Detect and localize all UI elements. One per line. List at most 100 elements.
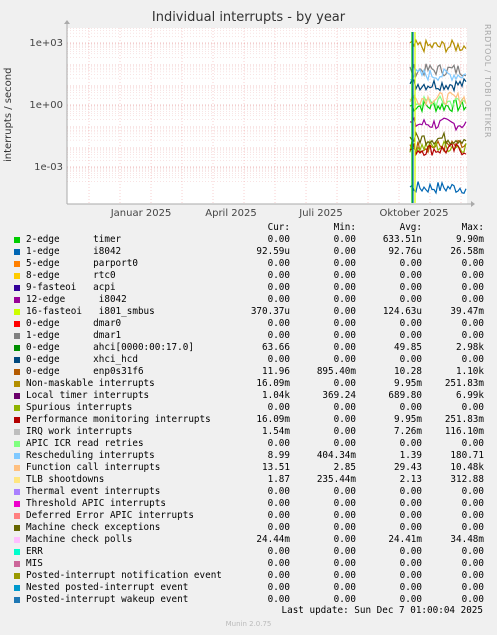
legend-row: Machine check exceptions 0.00 0.00 0.00 0.00 <box>0 522 497 534</box>
legend-swatch <box>14 321 20 327</box>
legend-swatch <box>14 477 20 483</box>
legend-swatch <box>14 525 20 531</box>
legend-row: 5-edge parport0 0.00 0.00 0.00 0.00 <box>0 258 497 270</box>
legend-min-value: 0.00 <box>333 582 356 593</box>
legend-max-value: 0.00 <box>461 258 484 269</box>
legend-row: 0-edge dmar0 0.00 0.00 0.00 0.00 <box>0 318 497 330</box>
legend-swatch <box>14 501 20 507</box>
legend-min-value: 0.00 <box>333 330 356 341</box>
legend-avg-value: 0.00 <box>399 546 422 557</box>
y-tick-label: 1e+00 <box>29 100 63 111</box>
legend-cur-value: 0.00 <box>267 318 290 329</box>
legend-swatch <box>14 393 20 399</box>
legend-avg-value: 9.95m <box>394 414 422 425</box>
legend-max-value: 39.47m <box>450 306 484 317</box>
legend-row: 0-edge ahci[0000:00:17.0] 63.66 0.00 49.85 2… <box>0 342 497 354</box>
legend-row: 12-edge i8042 0.00 0.00 0.00 0.00 <box>0 294 497 306</box>
legend-min-value: 0.00 <box>333 426 356 437</box>
legend-cur-value: 0.00 <box>267 258 290 269</box>
legend-swatch <box>14 333 20 339</box>
legend-row: Rescheduling interrupts 8.99 404.34m 1.39 18… <box>0 450 497 462</box>
legend-cur-value: 13.51 <box>262 462 290 473</box>
legend-avg-value: 1.39 <box>399 450 422 461</box>
legend-swatch <box>14 249 20 255</box>
legend-max-value: 0.00 <box>461 522 484 533</box>
legend-max-value: 0.00 <box>461 582 484 593</box>
legend-cur-value: 63.66 <box>262 342 290 353</box>
legend-label: Thermal event interrupts <box>26 486 161 497</box>
legend-cur-value: 0.00 <box>267 282 290 293</box>
legend-min-value: 0.00 <box>333 534 356 545</box>
legend-swatch <box>14 537 20 543</box>
legend-min-value: 235.44m <box>316 474 356 485</box>
legend-label: 9-fasteoi acpi <box>26 282 116 293</box>
legend-cur-value: 0.00 <box>267 570 290 581</box>
legend-avg-value: 0.00 <box>399 402 422 413</box>
legend-label: Function call interrupts <box>26 462 161 473</box>
legend-max-value: 251.83m <box>444 378 484 389</box>
legend-max-value: 0.00 <box>461 570 484 581</box>
legend-label: Local timer interrupts <box>26 390 150 401</box>
legend-avg-value: 0.00 <box>399 270 422 281</box>
legend-cur-value: 0.00 <box>267 294 290 305</box>
legend-swatch <box>14 585 20 591</box>
legend-min-value: 0.00 <box>333 546 356 557</box>
legend-cur-value: 0.00 <box>267 498 290 509</box>
legend-cur-value: 370.37u <box>250 306 290 317</box>
legend-swatch <box>14 285 20 291</box>
legend-row: 0-edge enp0s31f6 11.96 895.40m 10.28 1.10k <box>0 366 497 378</box>
legend-row: Non-maskable interrupts 16.09m 0.00 9.95m 25… <box>0 378 497 390</box>
legend-row: Threshold APIC interrupts 0.00 0.00 0.00 0.0… <box>0 498 497 510</box>
legend-cur-value: 1.54m <box>262 426 290 437</box>
legend-max-value: 0.00 <box>461 330 484 341</box>
header-max: Max: <box>461 222 484 233</box>
header-min: Min: <box>333 222 356 233</box>
legend-cur-value: 11.96 <box>262 366 290 377</box>
legend-row: 1-edge dmar1 0.00 0.00 0.00 0.00 <box>0 330 497 342</box>
legend-min-value: 0.00 <box>333 282 356 293</box>
legend-label: Threshold APIC interrupts <box>26 498 166 509</box>
legend-swatch <box>14 345 20 351</box>
legend-avg-value: 0.00 <box>399 330 422 341</box>
legend-cur-value: 1.87 <box>267 474 290 485</box>
legend-swatch <box>14 573 20 579</box>
legend-max-value: 34.48m <box>450 534 484 545</box>
legend-row: 0-edge xhci_hcd 0.00 0.00 0.00 0.00 <box>0 354 497 366</box>
legend-row: 2-edge timer 0.00 0.00 633.51n 9.90m <box>0 234 497 246</box>
legend-row: MIS 0.00 0.00 0.00 0.00 <box>0 558 497 570</box>
legend-avg-value: 9.95m <box>394 378 422 389</box>
legend-label: TLB shootdowns <box>26 474 105 485</box>
legend-avg-value: 2.13 <box>399 474 422 485</box>
legend-avg-value: 0.00 <box>399 522 422 533</box>
legend-avg-value: 0.00 <box>399 570 422 581</box>
legend-max-value: 0.00 <box>461 486 484 497</box>
legend-cur-value: 0.00 <box>267 486 290 497</box>
legend-swatch <box>14 429 20 435</box>
legend-max-value: 9.90m <box>456 234 484 245</box>
legend-swatch <box>14 297 20 303</box>
legend-min-value: 0.00 <box>333 570 356 581</box>
legend-swatch <box>14 381 20 387</box>
legend-avg-value: 29.43 <box>394 462 422 473</box>
legend-min-value: 0.00 <box>333 414 356 425</box>
legend-swatch <box>14 417 20 423</box>
legend-swatch <box>14 357 20 363</box>
legend-avg-value: 0.00 <box>399 438 422 449</box>
munin-version: Munin 2.0.75 <box>225 620 272 628</box>
legend-avg-value: 0.00 <box>399 294 422 305</box>
x-axis-arrow <box>471 201 475 207</box>
legend-row: Spurious interrupts 0.00 0.00 0.00 0.00 <box>0 402 497 414</box>
legend-label: MIS <box>26 558 43 569</box>
legend-swatch <box>14 561 20 567</box>
legend-avg-value: 0.00 <box>399 354 422 365</box>
legend-max-value: 2.98k <box>456 342 484 353</box>
legend-max-value: 6.99k <box>456 390 484 401</box>
legend-swatch <box>14 489 20 495</box>
legend-row: APIC ICR read retries 0.00 0.00 0.00 0.00 <box>0 438 497 450</box>
legend-min-value: 0.00 <box>333 270 356 281</box>
legend-row: Deferred Error APIC interrupts 0.00 0.00 0.… <box>0 510 497 522</box>
legend-label: 5-edge parport0 <box>26 258 138 269</box>
legend-avg-value: 0.00 <box>399 498 422 509</box>
legend-swatch <box>14 597 20 603</box>
legend-row: Performance monitoring interrupts 16.09m 0… <box>0 414 497 426</box>
